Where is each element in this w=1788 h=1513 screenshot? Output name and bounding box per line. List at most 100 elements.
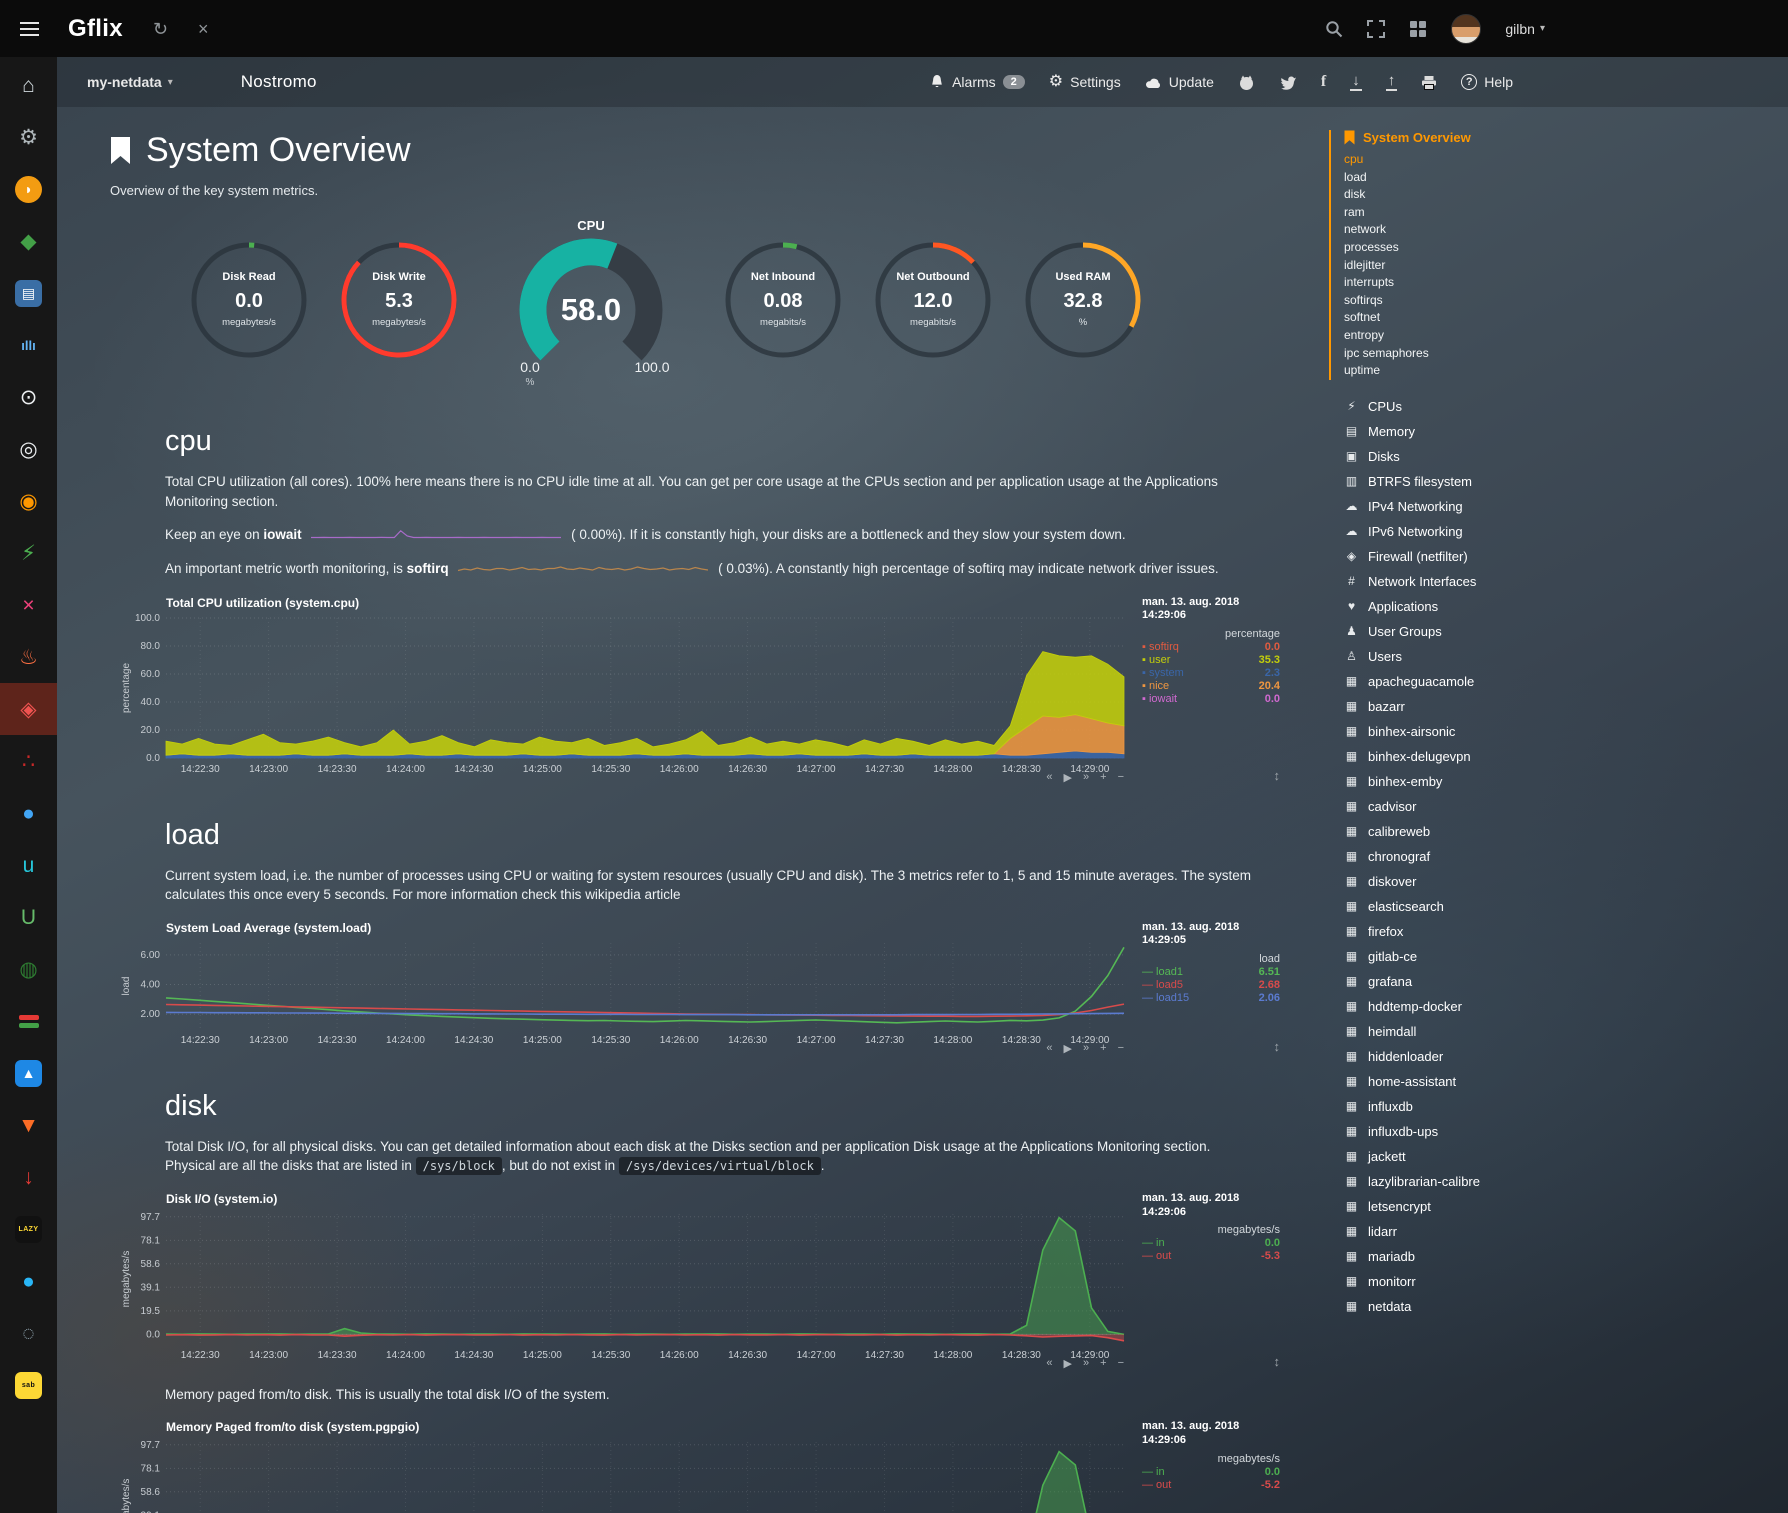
app-blue-mountain-icon[interactable]: ▲	[0, 1047, 57, 1099]
menu-item-apacheguacamole[interactable]: ▦ apacheguacamole	[1329, 669, 1564, 694]
legend-item-user[interactable]: ▪ user 35.3	[1142, 654, 1280, 666]
legend-item-out[interactable]: — out -5.2	[1142, 1479, 1280, 1491]
hamburger-menu-icon[interactable]	[0, 0, 58, 57]
app-orange-power-icon[interactable]: ◗	[0, 163, 57, 215]
app-blue-server-icon[interactable]: ▤	[0, 267, 57, 319]
menu-item-lidarr[interactable]: ▦ lidarr	[1329, 1219, 1564, 1244]
legend-item-in[interactable]: — in 0.0	[1142, 1237, 1280, 1249]
menu-item-cpus[interactable]: ⚡ CPUs	[1329, 394, 1564, 419]
legend-item-out[interactable]: — out -5.3	[1142, 1250, 1280, 1262]
app-search-icon[interactable]: ⊙	[0, 371, 57, 423]
menu-item-binhex-emby[interactable]: ▦ binhex-emby	[1329, 769, 1564, 794]
app-traffic-bars-icon[interactable]	[0, 995, 57, 1047]
menu-item-heimdall[interactable]: ▦ heimdall	[1329, 1019, 1564, 1044]
refresh-icon[interactable]: ↻	[153, 20, 168, 38]
chart-plot[interactable]: 97.778.158.639.119.50.014:22:3014:23:001…	[118, 1436, 1130, 1513]
menu-item-network-interfaces[interactable]: # Network Interfaces	[1329, 569, 1564, 594]
menu-item-firewall-netfilter-[interactable]: ◈ Firewall (netfilter)	[1329, 544, 1564, 569]
settings-button[interactable]: ⚙ Settings	[1049, 74, 1121, 90]
menu-item-cpu[interactable]: cpu	[1344, 151, 1564, 169]
menu-item-hddtemp-docker[interactable]: ▦ hddtemp-docker	[1329, 994, 1564, 1019]
menu-item-binhex-airsonic[interactable]: ▦ binhex-airsonic	[1329, 719, 1564, 744]
search-icon[interactable]	[1325, 20, 1343, 38]
legend-item-load15[interactable]: — load15 2.06	[1142, 992, 1280, 1004]
settings-gear-icon[interactable]: ⚙	[0, 111, 57, 163]
alarms-button[interactable]: Alarms 2	[929, 74, 1025, 90]
menu-item-monitorr[interactable]: ▦ monitorr	[1329, 1269, 1564, 1294]
menu-item-ipv6-networking[interactable]: ☁ IPv6 Networking	[1329, 519, 1564, 544]
menu-item-entropy[interactable]: entropy	[1344, 327, 1564, 345]
print-icon[interactable]	[1421, 75, 1437, 90]
help-button[interactable]: ? Help	[1461, 74, 1513, 90]
menu-item-binhex-delugevpn[interactable]: ▦ binhex-delugevpn	[1329, 744, 1564, 769]
menu-item-diskover[interactable]: ▦ diskover	[1329, 869, 1564, 894]
download-icon[interactable]: ↓	[1350, 73, 1362, 91]
menu-item-softirqs[interactable]: softirqs	[1344, 292, 1564, 310]
app-green-diamond-icon[interactable]: ◆	[0, 215, 57, 267]
chart-plot[interactable]: 97.778.158.639.119.50.014:22:3014:23:001…	[118, 1208, 1130, 1366]
menu-item-bazarr[interactable]: ▦ bazarr	[1329, 694, 1564, 719]
user-avatar[interactable]	[1451, 14, 1481, 44]
menu-item-system-overview[interactable]: System Overview	[1344, 130, 1564, 145]
app-red-shield-icon[interactable]: ◈	[0, 683, 57, 735]
app-green-ring-icon[interactable]: ◍	[0, 943, 57, 995]
chart-zoom-in-icon[interactable]: +	[1100, 1042, 1106, 1055]
menu-item-users[interactable]: ♙ Users	[1329, 644, 1564, 669]
menu-item-ipv4-networking[interactable]: ☁ IPv4 Networking	[1329, 494, 1564, 519]
menu-item-firefox[interactable]: ▦ firefox	[1329, 919, 1564, 944]
home-icon[interactable]: ⌂	[0, 59, 57, 111]
menu-item-influxdb-ups[interactable]: ▦ influxdb-ups	[1329, 1119, 1564, 1144]
app-blue-circle-icon[interactable]: ●	[0, 787, 57, 839]
menu-item-jackett[interactable]: ▦ jackett	[1329, 1144, 1564, 1169]
chart-play-icon[interactable]: ▶	[1064, 771, 1072, 784]
menu-item-lazylibrarian-calibre[interactable]: ▦ lazylibrarian-calibre	[1329, 1169, 1564, 1194]
menu-item-idlejitter[interactable]: idlejitter	[1344, 257, 1564, 275]
app-white-ring-icon[interactable]: ◎	[0, 423, 57, 475]
chart-plot[interactable]: 100.080.060.040.020.00.014:22:3014:23:00…	[118, 612, 1130, 780]
menu-item-ram[interactable]: ram	[1344, 204, 1564, 222]
lazylibrarian-icon[interactable]: LAZY	[0, 1203, 57, 1255]
chart-pan-right-icon[interactable]: »	[1083, 1357, 1089, 1370]
menu-item-memory[interactable]: ▤ Memory	[1329, 419, 1564, 444]
update-button[interactable]: Update	[1145, 74, 1214, 90]
chart-resize-handle[interactable]: ↕	[1274, 1039, 1281, 1054]
legend-item-load1[interactable]: — load1 6.51	[1142, 966, 1280, 978]
app-dark-circle-icon[interactable]: ◌	[0, 1307, 57, 1359]
chart-zoom-in-icon[interactable]: +	[1100, 1357, 1106, 1370]
app-water-drop-icon[interactable]: ●	[0, 1255, 57, 1307]
chart-zoom-out-icon[interactable]: −	[1118, 771, 1124, 784]
menu-item-cadvisor[interactable]: ▦ cadvisor	[1329, 794, 1564, 819]
chart-play-icon[interactable]: ▶	[1064, 1357, 1072, 1370]
menu-item-mariadb[interactable]: ▦ mariadb	[1329, 1244, 1564, 1269]
menu-item-letsencrypt[interactable]: ▦ letsencrypt	[1329, 1194, 1564, 1219]
chart-resize-handle[interactable]: ↕	[1274, 768, 1281, 783]
chart-play-icon[interactable]: ▶	[1064, 1042, 1072, 1055]
menu-item-hiddenloader[interactable]: ▦ hiddenloader	[1329, 1044, 1564, 1069]
chart-plot[interactable]: 6.004.002.0014:22:3014:23:0014:23:3014:2…	[118, 937, 1130, 1051]
legend-item-softirq[interactable]: ▪ softirq 0.0	[1142, 641, 1280, 653]
menu-item-netdata[interactable]: ▦ netdata	[1329, 1294, 1564, 1319]
gitlab-icon[interactable]: ▼	[0, 1099, 57, 1151]
menu-item-home-assistant[interactable]: ▦ home-assistant	[1329, 1069, 1564, 1094]
chart-pan-right-icon[interactable]: »	[1083, 1042, 1089, 1055]
app-sound-bars-icon[interactable]: ıllı	[0, 319, 57, 371]
app-red-arrow-icon[interactable]: ↓	[0, 1151, 57, 1203]
menu-item-processes[interactable]: processes	[1344, 239, 1564, 257]
chart-zoom-out-icon[interactable]: −	[1118, 1042, 1124, 1055]
menu-item-calibreweb[interactable]: ▦ calibreweb	[1329, 819, 1564, 844]
menu-item-ipc-semaphores[interactable]: ipc semaphores	[1344, 345, 1564, 363]
menu-item-network[interactable]: network	[1344, 221, 1564, 239]
menu-item-user-groups[interactable]: ♟ User Groups	[1329, 619, 1564, 644]
menu-item-gitlab-ce[interactable]: ▦ gitlab-ce	[1329, 944, 1564, 969]
menu-item-interrupts[interactable]: interrupts	[1344, 274, 1564, 292]
server-dropdown[interactable]: my-netdata ▾	[87, 74, 173, 90]
app-green-bolt-icon[interactable]: ⚡	[0, 527, 57, 579]
menu-item-influxdb[interactable]: ▦ influxdb	[1329, 1094, 1564, 1119]
legend-item-iowait[interactable]: ▪ iowait 0.0	[1142, 693, 1280, 705]
apps-grid-icon[interactable]	[1409, 20, 1427, 38]
menu-item-load[interactable]: load	[1344, 169, 1564, 187]
legend-item-load5[interactable]: — load5 2.68	[1142, 979, 1280, 991]
user-menu[interactable]: gilbn ▾	[1505, 21, 1545, 37]
sabnzbd-icon[interactable]: sab	[0, 1359, 57, 1411]
menu-item-disks[interactable]: ▣ Disks	[1329, 444, 1564, 469]
